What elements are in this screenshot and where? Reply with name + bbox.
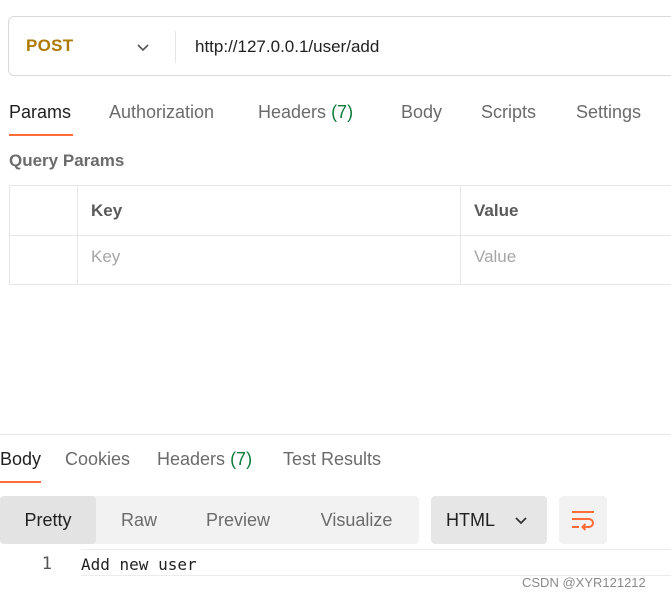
table-border	[460, 185, 461, 285]
response-tab-headers[interactable]: Headers (7)	[157, 449, 252, 470]
tab-label: Cookies	[65, 449, 131, 469]
chevron-down-icon[interactable]	[135, 39, 151, 55]
headers-count: (7)	[230, 449, 253, 469]
tab-label: Headers	[157, 449, 226, 469]
tab-label: Authorization	[109, 102, 215, 122]
chevron-down-icon	[515, 517, 527, 525]
tab-settings[interactable]: Settings	[576, 102, 641, 123]
active-tab-indicator	[9, 134, 73, 136]
code-line-border	[81, 549, 671, 550]
tab-label: Settings	[576, 102, 642, 122]
response-tab-cookies[interactable]: Cookies	[65, 449, 130, 470]
format-select[interactable]: HTML	[431, 496, 547, 544]
view-mode-visualize[interactable]: Visualize	[294, 496, 419, 544]
table-border	[9, 235, 671, 236]
tab-params[interactable]: Params	[9, 102, 71, 123]
column-header-value: Value	[474, 201, 519, 220]
response-body-line: Add new user	[81, 555, 197, 574]
http-method-select[interactable]: POST	[26, 36, 74, 56]
tab-headers[interactable]: Headers (7)	[258, 102, 353, 123]
value-input[interactable]: Value	[474, 247, 516, 267]
url-divider	[175, 31, 176, 63]
table-border	[9, 284, 671, 285]
watermark: CSDN @XYR121212	[522, 575, 646, 590]
table-border	[9, 185, 10, 285]
wrap-lines-icon	[572, 511, 594, 531]
query-params-table: Key Value Key Value	[9, 185, 671, 285]
tab-authorization[interactable]: Authorization	[109, 102, 214, 123]
response-tab-body[interactable]: Body	[0, 449, 41, 470]
table-border	[9, 185, 671, 186]
view-mode-pretty[interactable]: Pretty	[0, 496, 96, 544]
view-mode-control: Pretty Raw Preview Visualize	[0, 496, 419, 544]
view-mode-raw[interactable]: Raw	[96, 496, 182, 544]
tab-label: Headers	[258, 102, 327, 122]
url-input[interactable]: http://127.0.0.1/user/add	[195, 37, 379, 57]
response-splitter[interactable]	[0, 434, 671, 435]
format-select-value: HTML	[446, 510, 495, 530]
headers-count: (7)	[331, 102, 354, 122]
response-tab-test-results[interactable]: Test Results	[283, 449, 381, 470]
tab-body[interactable]: Body	[401, 102, 442, 123]
tab-label: Body	[401, 102, 443, 122]
wrap-lines-button[interactable]	[559, 496, 607, 544]
tab-label: Params	[9, 102, 72, 122]
active-response-tab-indicator	[0, 481, 41, 483]
tab-label: Scripts	[481, 102, 537, 122]
key-input[interactable]: Key	[91, 247, 120, 267]
column-header-key: Key	[91, 201, 123, 220]
tab-scripts[interactable]: Scripts	[481, 102, 536, 123]
postman-request-window: POST http://127.0.0.1/user/add Params Au…	[0, 0, 671, 598]
view-mode-preview[interactable]: Preview	[182, 496, 294, 544]
query-params-title: Query Params	[9, 151, 125, 170]
tab-label: Test Results	[283, 449, 382, 469]
line-number: 1	[41, 554, 52, 574]
table-border	[77, 185, 78, 285]
tab-label: Body	[0, 449, 42, 469]
request-url-bar: POST http://127.0.0.1/user/add	[8, 16, 671, 76]
